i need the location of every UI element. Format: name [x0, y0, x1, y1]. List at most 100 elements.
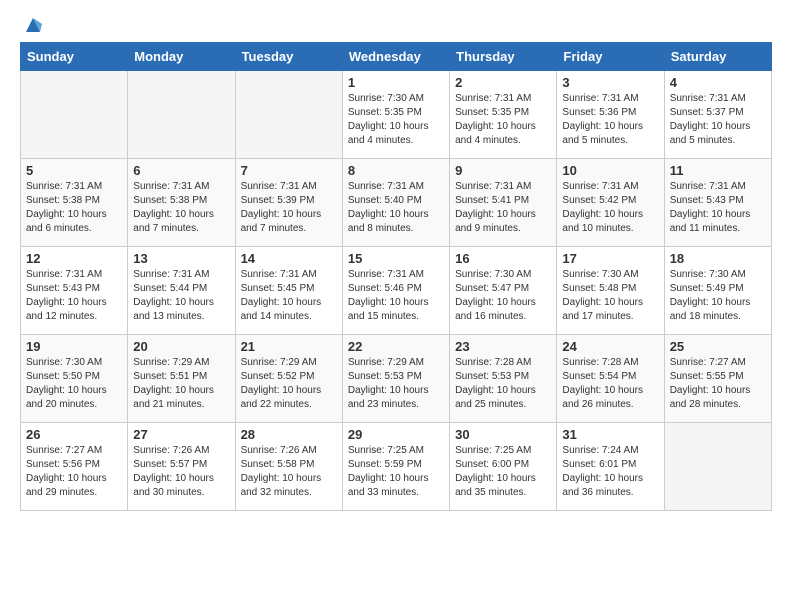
day-number: 10	[562, 163, 658, 178]
weekday-tuesday: Tuesday	[235, 43, 342, 71]
day-number: 20	[133, 339, 229, 354]
day-info: Sunrise: 7:29 AM Sunset: 5:52 PM Dayligh…	[241, 356, 337, 412]
calendar-cell: 29Sunrise: 7:25 AM Sunset: 5:59 PM Dayli…	[342, 423, 449, 511]
calendar-cell: 12 Sunrise: 7:31 AM Sunset: 5:43 PM Dayli…	[21, 247, 128, 335]
logo-icon	[22, 14, 44, 36]
day-info: Sunrise: 7:29 AM Sunset: 5:53 PM Dayligh…	[348, 356, 444, 412]
calendar-cell	[664, 423, 771, 511]
day-number: 7	[241, 163, 337, 178]
day-info: Sunrise: 7:31 AM Sunset: 5:35 PM Dayligh…	[455, 92, 551, 148]
day-number: 1	[348, 75, 444, 90]
calendar-cell: 11 Sunrise: 7:31 AM Sunset: 5:43 PM Dayli…	[664, 159, 771, 247]
day-info: Sunrise: 7:31 AM Sunset: 5:43 PM Dayligh…	[670, 180, 766, 236]
day-number: 21	[241, 339, 337, 354]
day-number: 12	[26, 251, 122, 266]
calendar-cell: 25 Sunrise: 7:27 AM Sunset: 5:55 PM Dayli…	[664, 335, 771, 423]
calendar-cell: 5 Sunrise: 7:31 AM Sunset: 5:38 PM Daylig…	[21, 159, 128, 247]
day-info: Sunrise: 7:31 AM Sunset: 5:41 PM Dayligh…	[455, 180, 551, 236]
day-number: 26	[26, 427, 122, 442]
day-info: Sunrise: 7:27 AM Sunset: 5:56 PM Dayligh…	[26, 444, 122, 500]
day-number: 13	[133, 251, 229, 266]
day-info: Sunrise: 7:30 AM Sunset: 5:50 PM Dayligh…	[26, 356, 122, 412]
calendar-cell: 30 Sunrise: 7:25 AM Sunset: 6:00 PM Dayli…	[450, 423, 557, 511]
calendar-cell: 7 Sunrise: 7:31 AM Sunset: 5:39 PM Daylig…	[235, 159, 342, 247]
day-info: Sunrise: 7:31 AM Sunset: 5:38 PM Dayligh…	[133, 180, 229, 236]
day-number: 27	[133, 427, 229, 442]
day-info: Sunrise: 7:30 AM Sunset: 5:49 PM Dayligh…	[670, 268, 766, 324]
day-number: 19	[26, 339, 122, 354]
day-info: Sunrise: 7:30 AM Sunset: 5:35 PM Dayligh…	[348, 92, 444, 148]
day-info: Sunrise: 7:30 AM Sunset: 5:47 PM Dayligh…	[455, 268, 551, 324]
weekday-thursday: Thursday	[450, 43, 557, 71]
day-number: 25	[670, 339, 766, 354]
header	[20, 16, 772, 32]
week-row-2: 5 Sunrise: 7:31 AM Sunset: 5:38 PM Daylig…	[21, 159, 772, 247]
calendar-cell: 2 Sunrise: 7:31 AM Sunset: 5:35 PM Daylig…	[450, 71, 557, 159]
day-info: Sunrise: 7:28 AM Sunset: 5:53 PM Dayligh…	[455, 356, 551, 412]
day-number: 30	[455, 427, 551, 442]
day-number: 5	[26, 163, 122, 178]
day-info: Sunrise: 7:24 AM Sunset: 6:01 PM Dayligh…	[562, 444, 658, 500]
calendar-cell: 20 Sunrise: 7:29 AM Sunset: 5:51 PM Dayli…	[128, 335, 235, 423]
day-number: 18	[670, 251, 766, 266]
calendar-cell: 28Sunrise: 7:26 AM Sunset: 5:58 PM Dayli…	[235, 423, 342, 511]
week-row-3: 12 Sunrise: 7:31 AM Sunset: 5:43 PM Dayli…	[21, 247, 772, 335]
calendar-cell	[235, 71, 342, 159]
calendar-cell: 1 Sunrise: 7:30 AM Sunset: 5:35 PM Daylig…	[342, 71, 449, 159]
day-info: Sunrise: 7:27 AM Sunset: 5:55 PM Dayligh…	[670, 356, 766, 412]
week-row-5: 26 Sunrise: 7:27 AM Sunset: 5:56 PM Dayli…	[21, 423, 772, 511]
day-number: 9	[455, 163, 551, 178]
day-number: 2	[455, 75, 551, 90]
day-info: Sunrise: 7:29 AM Sunset: 5:51 PM Dayligh…	[133, 356, 229, 412]
calendar-cell: 21 Sunrise: 7:29 AM Sunset: 5:52 PM Dayli…	[235, 335, 342, 423]
day-info: Sunrise: 7:26 AM Sunset: 5:58 PM Dayligh…	[241, 444, 337, 500]
calendar-cell: 22 Sunrise: 7:29 AM Sunset: 5:53 PM Dayli…	[342, 335, 449, 423]
day-info: Sunrise: 7:31 AM Sunset: 5:40 PM Dayligh…	[348, 180, 444, 236]
calendar-cell: 14 Sunrise: 7:31 AM Sunset: 5:45 PM Dayli…	[235, 247, 342, 335]
calendar-cell: 27Sunrise: 7:26 AM Sunset: 5:57 PM Dayli…	[128, 423, 235, 511]
day-number: 31	[562, 427, 658, 442]
calendar-cell: 19 Sunrise: 7:30 AM Sunset: 5:50 PM Dayli…	[21, 335, 128, 423]
calendar-cell: 15 Sunrise: 7:31 AM Sunset: 5:46 PM Dayli…	[342, 247, 449, 335]
day-number: 11	[670, 163, 766, 178]
calendar-cell: 13Sunrise: 7:31 AM Sunset: 5:44 PM Dayli…	[128, 247, 235, 335]
day-number: 24	[562, 339, 658, 354]
day-number: 23	[455, 339, 551, 354]
week-row-4: 19 Sunrise: 7:30 AM Sunset: 5:50 PM Dayli…	[21, 335, 772, 423]
day-info: Sunrise: 7:31 AM Sunset: 5:45 PM Dayligh…	[241, 268, 337, 324]
day-info: Sunrise: 7:31 AM Sunset: 5:36 PM Dayligh…	[562, 92, 658, 148]
weekday-header-row: SundayMondayTuesdayWednesdayThursdayFrid…	[21, 43, 772, 71]
day-number: 4	[670, 75, 766, 90]
day-number: 15	[348, 251, 444, 266]
logo	[20, 16, 44, 32]
day-info: Sunrise: 7:28 AM Sunset: 5:54 PM Dayligh…	[562, 356, 658, 412]
day-info: Sunrise: 7:31 AM Sunset: 5:38 PM Dayligh…	[26, 180, 122, 236]
day-info: Sunrise: 7:31 AM Sunset: 5:39 PM Dayligh…	[241, 180, 337, 236]
calendar-table: SundayMondayTuesdayWednesdayThursdayFrid…	[20, 42, 772, 511]
day-info: Sunrise: 7:30 AM Sunset: 5:48 PM Dayligh…	[562, 268, 658, 324]
week-row-1: 1 Sunrise: 7:30 AM Sunset: 5:35 PM Daylig…	[21, 71, 772, 159]
calendar-cell	[128, 71, 235, 159]
calendar-cell: 9 Sunrise: 7:31 AM Sunset: 5:41 PM Daylig…	[450, 159, 557, 247]
day-info: Sunrise: 7:31 AM Sunset: 5:43 PM Dayligh…	[26, 268, 122, 324]
day-info: Sunrise: 7:31 AM Sunset: 5:46 PM Dayligh…	[348, 268, 444, 324]
day-number: 16	[455, 251, 551, 266]
day-number: 22	[348, 339, 444, 354]
calendar-cell: 6Sunrise: 7:31 AM Sunset: 5:38 PM Daylig…	[128, 159, 235, 247]
calendar-cell: 31 Sunrise: 7:24 AM Sunset: 6:01 PM Dayli…	[557, 423, 664, 511]
weekday-sunday: Sunday	[21, 43, 128, 71]
calendar-cell: 4 Sunrise: 7:31 AM Sunset: 5:37 PM Daylig…	[664, 71, 771, 159]
day-info: Sunrise: 7:25 AM Sunset: 6:00 PM Dayligh…	[455, 444, 551, 500]
day-info: Sunrise: 7:25 AM Sunset: 5:59 PM Dayligh…	[348, 444, 444, 500]
calendar-cell: 26 Sunrise: 7:27 AM Sunset: 5:56 PM Dayli…	[21, 423, 128, 511]
calendar-cell: 3Sunrise: 7:31 AM Sunset: 5:36 PM Daylig…	[557, 71, 664, 159]
calendar-cell: 18 Sunrise: 7:30 AM Sunset: 5:49 PM Dayli…	[664, 247, 771, 335]
day-number: 14	[241, 251, 337, 266]
calendar-cell: 8 Sunrise: 7:31 AM Sunset: 5:40 PM Daylig…	[342, 159, 449, 247]
day-info: Sunrise: 7:31 AM Sunset: 5:37 PM Dayligh…	[670, 92, 766, 148]
day-number: 8	[348, 163, 444, 178]
weekday-wednesday: Wednesday	[342, 43, 449, 71]
day-info: Sunrise: 7:31 AM Sunset: 5:42 PM Dayligh…	[562, 180, 658, 236]
calendar-cell: 24 Sunrise: 7:28 AM Sunset: 5:54 PM Dayli…	[557, 335, 664, 423]
calendar-cell: 10 Sunrise: 7:31 AM Sunset: 5:42 PM Dayli…	[557, 159, 664, 247]
